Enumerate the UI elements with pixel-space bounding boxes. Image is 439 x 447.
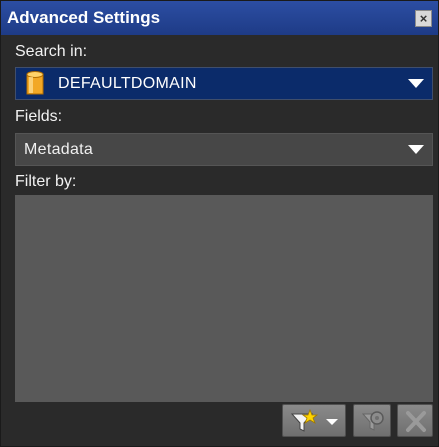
filter-list-area[interactable] <box>15 195 433 402</box>
filter-star-icon <box>290 408 338 432</box>
search-domain-value: DEFAULTDOMAIN <box>58 75 197 92</box>
close-icon[interactable]: × <box>415 10 432 27</box>
chevron-down-icon[interactable] <box>408 79 424 88</box>
advanced-settings-window: Advanced Settings × Search in: DEFAULTDO… <box>0 0 439 447</box>
window-title: Advanced Settings <box>7 8 161 27</box>
search-domain-select[interactable]: DEFAULTDOMAIN <box>15 67 433 100</box>
title-bar[interactable]: Advanced Settings × <box>1 1 438 35</box>
fields-select[interactable]: Metadata <box>15 133 433 166</box>
fields-value: Metadata <box>24 141 94 158</box>
filter-gear-icon <box>361 411 384 431</box>
add-filter-button[interactable] <box>282 404 346 437</box>
delete-x-icon <box>406 411 426 432</box>
chevron-down-icon[interactable] <box>408 145 424 154</box>
fields-label: Fields: <box>15 108 63 125</box>
edit-filter-button[interactable] <box>353 404 391 437</box>
delete-filter-button[interactable] <box>397 404 433 437</box>
search-in-label: Search in: <box>15 43 88 60</box>
filter-by-label: Filter by: <box>15 173 77 190</box>
database-icon <box>24 71 46 97</box>
